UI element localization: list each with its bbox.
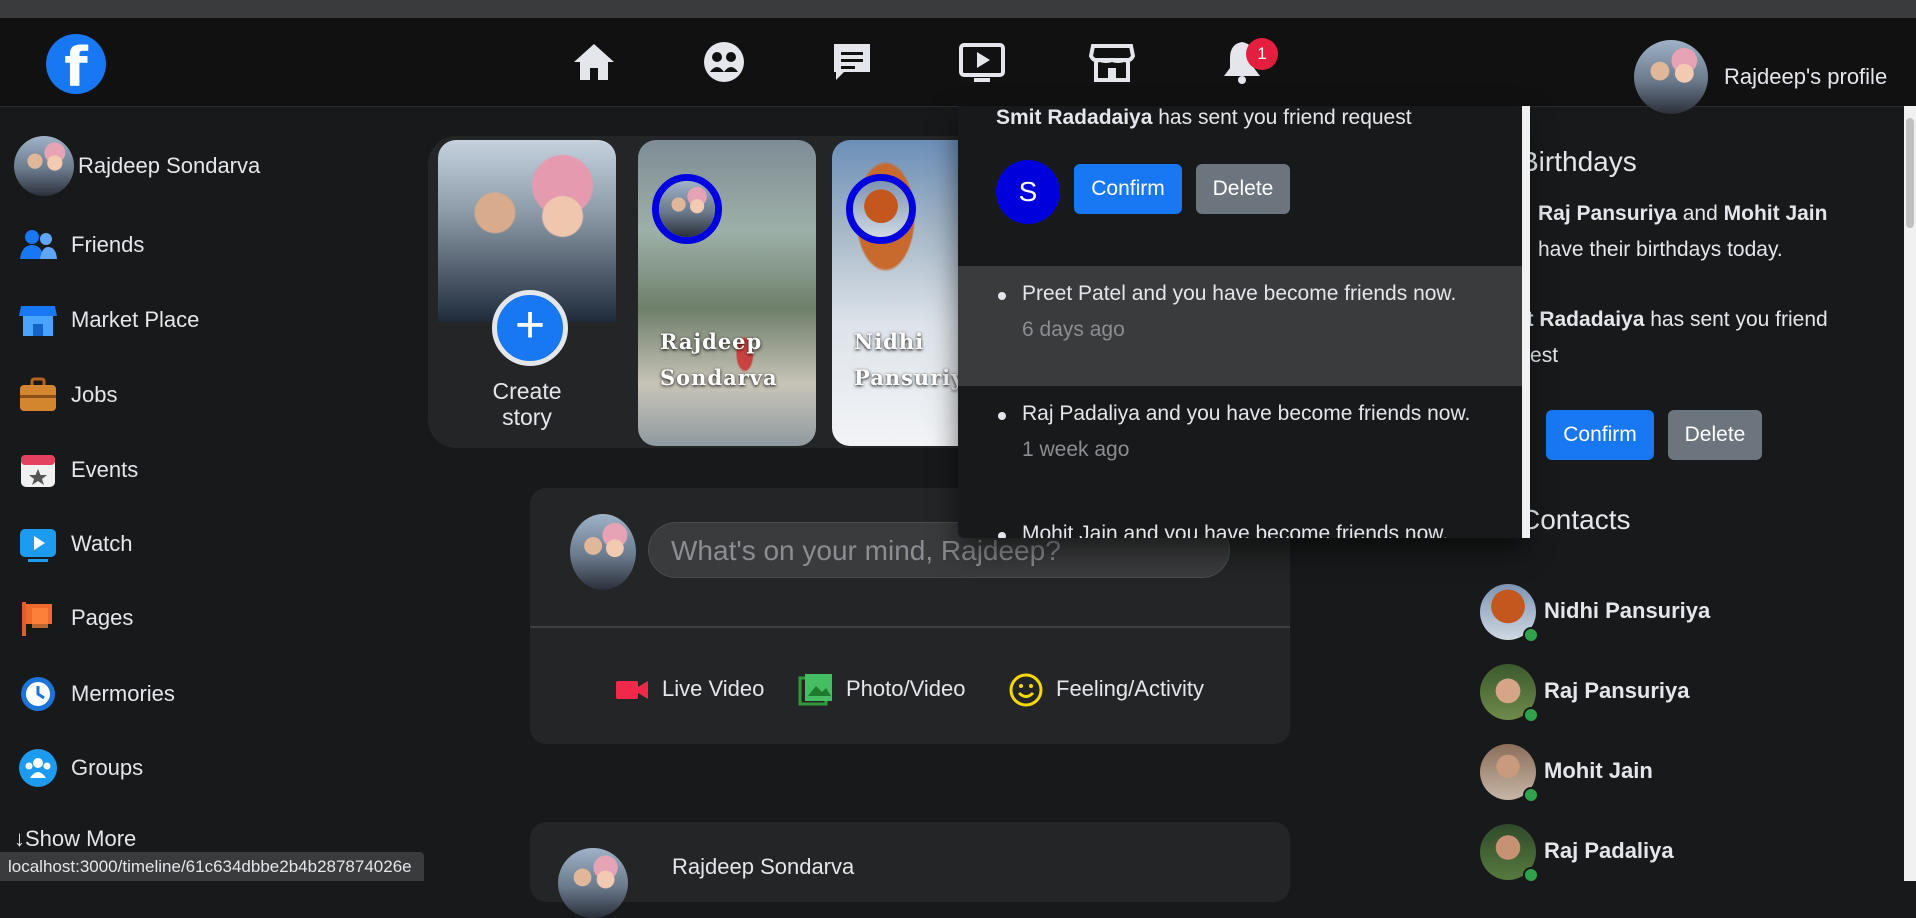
sidebar-item-label: Mermories: [71, 681, 175, 706]
bullet: [998, 412, 1006, 420]
stories-reel: + Create story Rajdeep Sondarva Nidhi Pa…: [428, 136, 958, 448]
story-author-name: Nidhi Pansuriya: [854, 329, 958, 390]
sidebar-item-events[interactable]: Events: [14, 440, 394, 500]
story-card[interactable]: Nidhi Pansuriya: [832, 140, 958, 446]
notification-item[interactable]: Raj Padaliya and you have become friends…: [958, 386, 1524, 506]
composer-avatar: [570, 514, 636, 590]
sidebar-item-label: Jobs: [71, 382, 118, 407]
contact-item[interactable]: Mohit Jain: [1480, 744, 1880, 804]
story-author-name: Rajdeep Sondarva: [660, 329, 778, 390]
create-story-card[interactable]: + Create story: [438, 140, 616, 446]
requester-avatar: S: [996, 160, 1060, 224]
post-card: Rajdeep Sondarva: [530, 822, 1290, 918]
sidebar-item-watch[interactable]: Watch: [14, 514, 394, 574]
sidebar-item-marketplace[interactable]: Market Place: [14, 290, 394, 350]
sidebar-item-label: Watch: [71, 531, 133, 556]
create-story-label: Create story: [492, 378, 562, 430]
sidebar-user-avatar: [14, 136, 74, 196]
notification-item[interactable]: Mohit Jain and you have become friends n…: [958, 506, 1524, 538]
notification-item[interactable]: Preet Patel and you have become friends …: [958, 266, 1524, 386]
contact-item[interactable]: Nidhi Pansuriya: [1480, 584, 1880, 644]
story-avatar: [846, 174, 916, 244]
show-more-label: Show More: [25, 826, 137, 851]
contact-name: Raj Pansuriya: [1544, 678, 1690, 703]
photo-icon: [798, 674, 832, 706]
video-camera-icon: [616, 681, 648, 699]
notifications-dropdown: Smit Radadaiya has sent you friend reque…: [958, 106, 1524, 538]
calendar-icon: [21, 455, 55, 487]
marketplace-icon: [19, 306, 57, 336]
sidebar-item-label: Pages: [71, 605, 134, 630]
top-navbar: f 1 Rajdeep's profile: [0, 18, 1916, 114]
play-icon: [20, 529, 56, 562]
groups-icon: [19, 749, 57, 787]
online-status-dot: [1523, 627, 1539, 643]
birthday-text: Raj Pansuriya and Mohit Jain have their …: [1538, 202, 1828, 261]
confirm-button[interactable]: Confirm: [1546, 410, 1654, 460]
notification-time: 6 days ago: [1022, 318, 1125, 341]
contact-name: Raj Padaliya: [1544, 838, 1674, 863]
smiley-icon: [1009, 673, 1043, 707]
browser-status-url: localhost:3000/timeline/61c634dbbe2b4b28…: [0, 852, 424, 881]
contact-name: Mohit Jain: [1544, 758, 1653, 783]
logo-letter: f: [64, 36, 88, 99]
notification-delete-button[interactable]: Delete: [1196, 164, 1290, 214]
contact-name: Nidhi Pansuriya: [1544, 598, 1711, 623]
flag-icon: [22, 602, 52, 636]
sidebar-item-label: Friends: [71, 232, 145, 257]
clock-icon: [21, 677, 55, 711]
show-more-link[interactable]: ↓Show More: [14, 826, 136, 852]
notification-confirm-button[interactable]: Confirm: [1074, 164, 1182, 214]
bullet: [998, 292, 1006, 300]
notification-text: Preet Patel and you have become friends …: [1022, 282, 1457, 305]
contact-item[interactable]: Raj Pansuriya: [1480, 664, 1880, 724]
briefcase-icon: [20, 377, 56, 411]
marketplace-nav-icon[interactable]: [1088, 38, 1136, 86]
contact-item[interactable]: Raj Padaliya: [1480, 824, 1880, 884]
groups-nav-icon[interactable]: [700, 38, 748, 86]
sidebar-item-memories[interactable]: Mermories: [14, 664, 394, 724]
composer-divider: [530, 626, 1290, 628]
facebook-logo[interactable]: f: [46, 34, 106, 98]
notification-text: Raj Padaliya and you have become friends…: [1022, 402, 1471, 425]
plus-icon[interactable]: +: [492, 290, 568, 366]
notifications-scrollbar[interactable]: [1522, 106, 1530, 538]
sidebar-item-label: Events: [71, 457, 139, 482]
sidebar-user-name: Rajdeep Sondarva: [78, 153, 261, 178]
watch-nav-icon[interactable]: [958, 38, 1006, 86]
sidebar-item-friends[interactable]: Friends: [14, 215, 394, 275]
notification-friend-request-text: Smit Radadaiya has sent you friend reque…: [996, 106, 1412, 129]
notification-badge: 1: [1246, 38, 1278, 70]
sidebar-item-jobs[interactable]: Jobs: [14, 365, 394, 425]
sidebar-item-label: Groups: [71, 755, 144, 780]
sidebar-item-pages[interactable]: Pages: [14, 588, 394, 648]
friend-request-text: Smit Radadaiya has sent you friend reque…: [1488, 308, 1828, 367]
post-author-name[interactable]: Rajdeep Sondarva: [672, 854, 854, 880]
delete-button[interactable]: Delete: [1668, 410, 1762, 460]
profile-avatar: [1634, 40, 1708, 114]
page-scrollbar-thumb[interactable]: [1906, 118, 1914, 228]
sidebar-item-label: Market Place: [71, 307, 200, 332]
online-status-dot: [1523, 787, 1539, 803]
notification-text: Mohit Jain and you have become friends n…: [1022, 522, 1449, 538]
notification-time: 1 week ago: [1022, 438, 1130, 461]
sidebar-item-groups[interactable]: Groups: [14, 738, 394, 798]
friends-icon: [20, 230, 57, 259]
bullet: [998, 532, 1006, 538]
sidebar-user[interactable]: Rajdeep Sondarva: [14, 136, 394, 196]
online-status-dot: [1523, 707, 1539, 723]
home-icon[interactable]: [570, 38, 618, 86]
post-author-avatar[interactable]: [558, 848, 628, 918]
contacts-title: Contacts: [1520, 504, 1631, 535]
messenger-icon[interactable]: [828, 38, 876, 86]
arrow-down-icon: ↓: [14, 826, 25, 851]
story-avatar: [652, 174, 722, 244]
story-card[interactable]: Rajdeep Sondarva: [638, 140, 816, 446]
profile-label: Rajdeep's profile: [1724, 64, 1888, 89]
browser-top-strip: [0, 0, 1916, 18]
birthdays-title: Birthdays: [1520, 146, 1637, 177]
